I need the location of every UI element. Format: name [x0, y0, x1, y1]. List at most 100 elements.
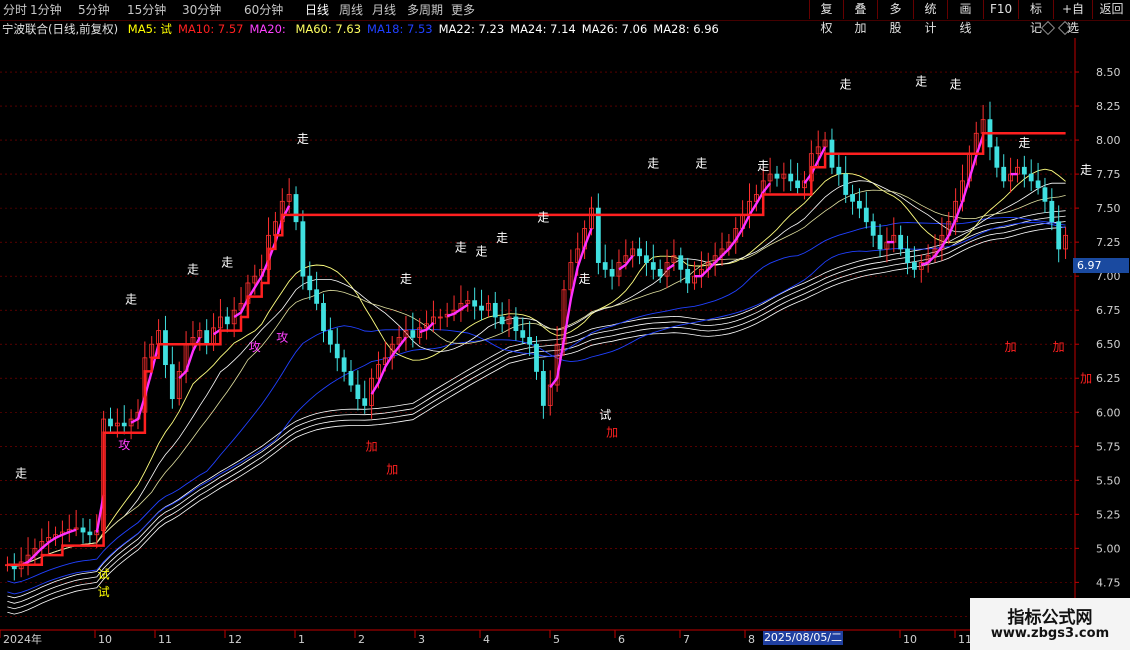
candle-body — [857, 200, 862, 209]
y-tick-label: 4.75 — [1096, 576, 1121, 589]
candle-body — [595, 207, 601, 263]
candle-body — [87, 531, 93, 536]
ma-blue-line-0 — [7, 216, 1066, 584]
period-tab-1[interactable]: 1分钟 — [30, 2, 62, 18]
candle-body — [609, 268, 615, 277]
signal-label: 走 — [400, 272, 412, 286]
candle-body — [912, 262, 917, 270]
candle-body — [314, 289, 320, 304]
candle-body — [836, 166, 842, 175]
attack-segment — [666, 263, 675, 271]
signal-label: 走 — [15, 467, 27, 481]
toolbar-button-1[interactable]: 叠加 — [843, 0, 877, 35]
legend-item-6: MA24: 7.14 — [510, 22, 576, 36]
ma-blue-line-1 — [7, 222, 1066, 595]
candle-body — [499, 316, 505, 325]
price-chart[interactable]: 4.504.755.005.255.505.756.006.256.506.75… — [0, 38, 1130, 650]
y-tick-label: 5.75 — [1096, 440, 1121, 453]
candle-body — [534, 343, 539, 372]
toolbar-button-3[interactable]: 统计 — [913, 0, 947, 35]
toolbar-button-5[interactable]: F10 — [983, 0, 1018, 19]
signal-label: 加 — [366, 439, 378, 453]
toolbar-button-8[interactable]: 返回 — [1092, 0, 1130, 19]
y-tick-label: 5.00 — [1096, 542, 1121, 555]
ma-long-line-2 — [7, 215, 1066, 604]
candle-body — [1001, 166, 1007, 182]
period-tab-10[interactable]: 更多 — [451, 2, 475, 18]
candle-body — [293, 194, 299, 223]
candle-body — [1049, 200, 1055, 223]
legend-item-4: MA18: 7.53 — [367, 22, 433, 36]
signal-label: 走 — [950, 77, 962, 91]
toolbar-button-2[interactable]: 多股 — [877, 0, 913, 35]
signal-label: 走 — [537, 211, 549, 225]
period-tab-7[interactable]: 周线 — [339, 2, 363, 18]
period-tab-4[interactable]: 30分钟 — [182, 2, 221, 18]
toolbar-button-7[interactable]: +自选 — [1053, 0, 1092, 35]
toolbar-button-6[interactable]: 标记 — [1018, 0, 1053, 35]
candle-body — [513, 316, 519, 331]
toolbar-button-0[interactable]: 复权 — [809, 0, 843, 35]
signal-label: 走 — [757, 159, 769, 173]
candle-body — [863, 207, 869, 223]
y-tick-label: 8.50 — [1096, 66, 1121, 79]
signal-label: 攻 — [249, 340, 261, 354]
period-tab-8[interactable]: 月线 — [372, 2, 396, 18]
signal-label: 走 — [496, 231, 508, 245]
period-tab-9[interactable]: 多周期 — [407, 2, 443, 18]
y-tick-label: 7.25 — [1096, 236, 1121, 249]
signal-label: 试 — [98, 584, 110, 599]
candle-body — [355, 384, 361, 400]
legend-item-7: MA26: 7.06 — [581, 22, 648, 36]
legend-item-1: MA10: 7.57 — [177, 22, 244, 36]
x-tick-label: 1 — [298, 633, 305, 646]
signal-label: 加 — [606, 426, 618, 440]
candle-body — [348, 371, 354, 386]
legend-item-2: MA20: — [249, 22, 290, 36]
watermark-title: 指标公式网 — [1007, 608, 1093, 628]
candle-body — [685, 268, 691, 284]
signal-label: 走 — [125, 292, 137, 306]
signal-label: 走 — [1018, 136, 1030, 150]
x-tick-label: 2024年 — [3, 632, 42, 646]
signal-label: 走 — [297, 132, 309, 146]
signal-label: 走 — [1080, 163, 1092, 177]
period-toolbar: 分时 1分钟 5分钟 15分钟 30分钟 60分钟 日线 周线 月线 多周期 更多 复权 叠加 多股 统计画… — [0, 0, 1130, 35]
y-tick-label: 6.50 — [1096, 338, 1121, 351]
x-tick-label: 5 — [553, 633, 560, 646]
toolbar-button-4[interactable]: 画线 — [947, 0, 983, 35]
x-tick-label: 11 — [158, 633, 172, 646]
y-tick-label: 6.00 — [1096, 406, 1121, 419]
candle-body — [877, 234, 883, 250]
signal-label: 试 — [599, 407, 611, 422]
candle-body — [327, 330, 333, 345]
period-tab-6[interactable]: 日线 — [305, 2, 329, 18]
stock-title: 宁波联合(日线,前复权) — [2, 22, 119, 36]
candle-body — [169, 364, 175, 400]
signal-label: 攻 — [118, 438, 130, 452]
y-tick-label: 7.75 — [1096, 168, 1121, 181]
candle-body — [1035, 180, 1041, 189]
candle-body — [637, 248, 642, 257]
signal-label: 走 — [647, 156, 659, 170]
candle-body — [80, 527, 86, 533]
period-tab-3[interactable]: 15分钟 — [127, 2, 166, 18]
x-tick-label: 10 — [903, 633, 917, 646]
candle-body — [650, 262, 656, 270]
signal-label: 加 — [1080, 371, 1092, 385]
period-tab-0[interactable]: 分时 — [3, 2, 27, 18]
candle-body — [1056, 221, 1062, 250]
candle-body — [163, 330, 168, 366]
diamond-icon[interactable] — [1040, 20, 1056, 36]
candle-body — [362, 398, 368, 406]
candle-body — [520, 330, 526, 338]
candle-body — [678, 255, 684, 270]
x-tick-label: 7 — [683, 633, 690, 646]
candle-body — [657, 268, 663, 277]
ma-long-line-0 — [7, 226, 1066, 615]
candle-body — [321, 302, 326, 331]
signal-label: 加 — [1053, 340, 1065, 354]
period-tab-5[interactable]: 60分钟 — [244, 2, 283, 18]
signal-label: 加 — [1005, 340, 1017, 354]
period-tab-2[interactable]: 5分钟 — [78, 2, 110, 18]
